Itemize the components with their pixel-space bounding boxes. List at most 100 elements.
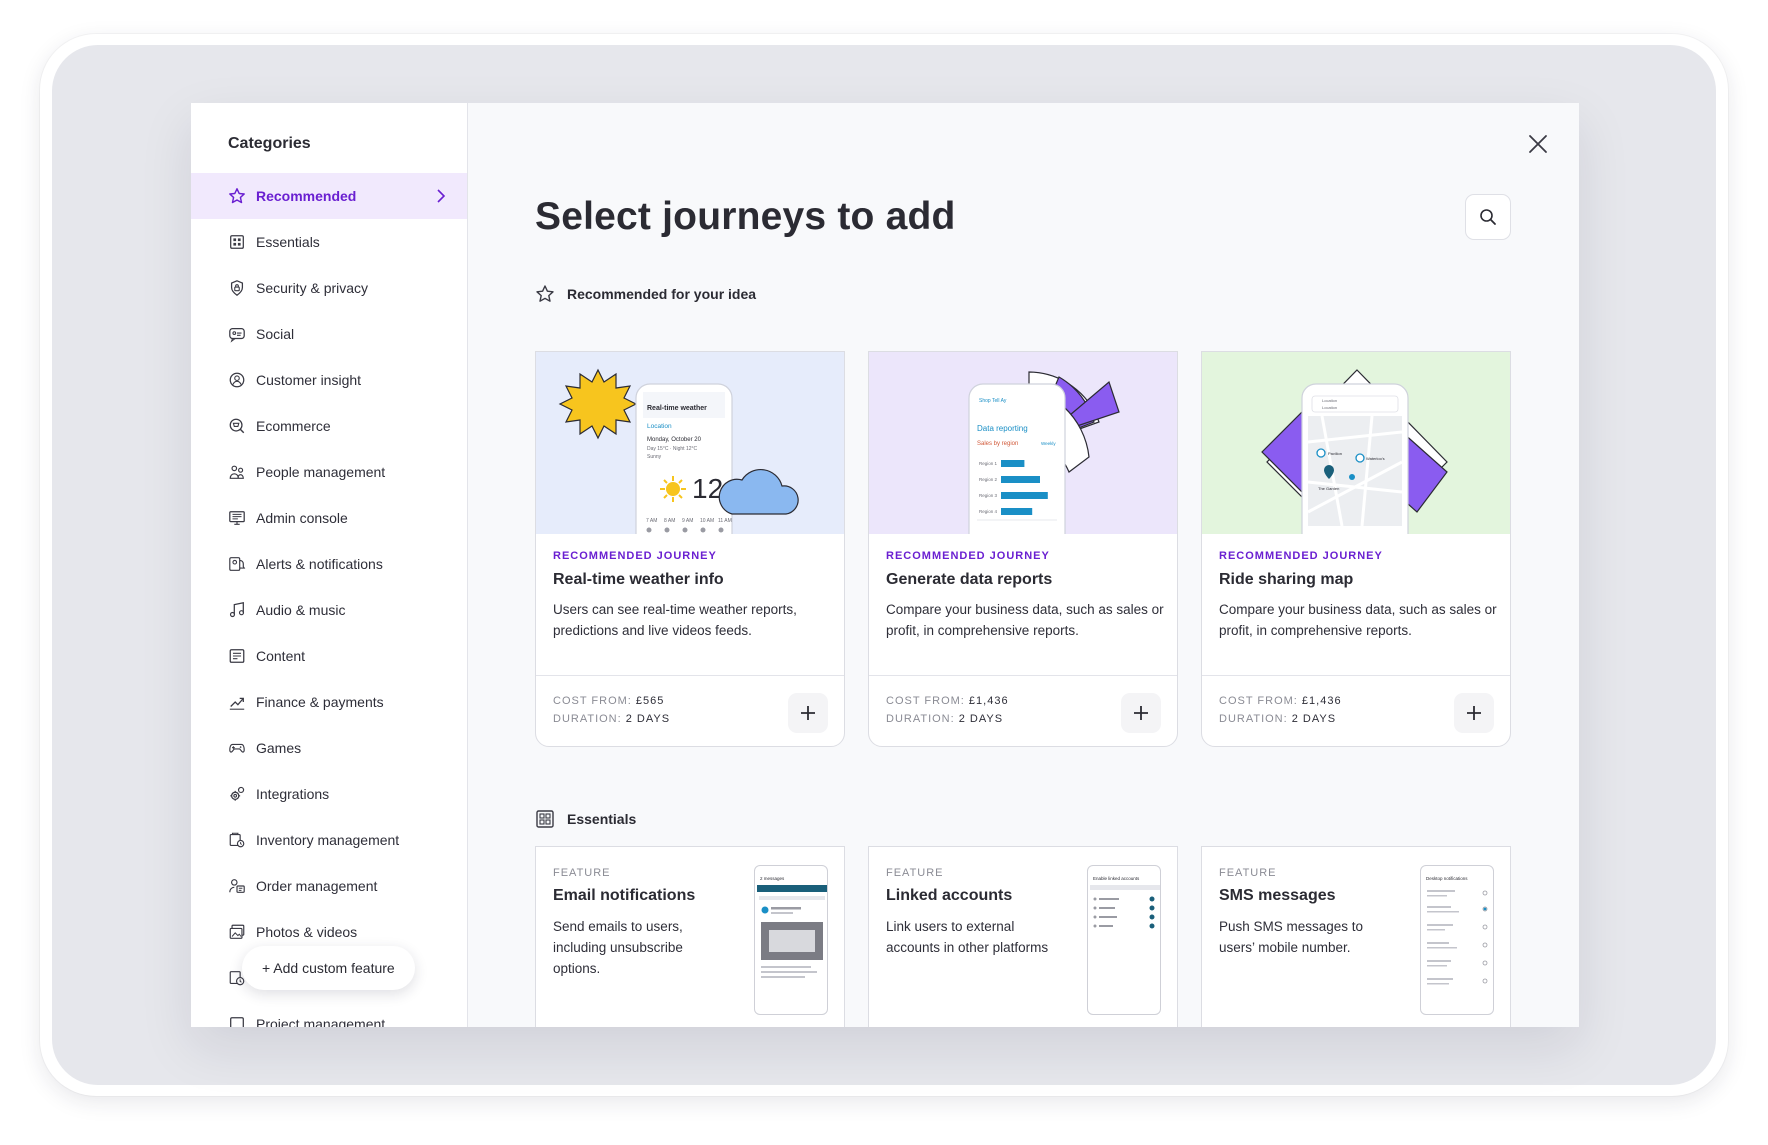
add-journey-button[interactable] xyxy=(1454,693,1494,733)
reports-illustration: Shop Tell Ay Data reporting Sales by reg… xyxy=(968,371,1120,534)
journey-card-data-reports[interactable]: Shop Tell Ay Data reporting Sales by reg… xyxy=(868,351,1178,747)
feature-card-email-notifications[interactable]: FEATURE Email notifications Send emails … xyxy=(535,846,845,1027)
card-tag: FEATURE xyxy=(1219,867,1277,879)
duration-label: DURATION: xyxy=(553,713,622,725)
card-description: Send emails to users, including unsubscr… xyxy=(553,919,683,976)
close-icon[interactable] xyxy=(1526,132,1550,156)
sidebar-item-label: Integrations xyxy=(256,786,330,802)
inventory-icon xyxy=(228,831,246,849)
sidebar-item-label: Social xyxy=(256,326,295,342)
sidebar-item-integrations[interactable]: Integrations xyxy=(191,771,467,817)
add-custom-feature-button[interactable]: + Add custom feature xyxy=(242,946,415,990)
phone-subtitle: Sales by region xyxy=(977,441,1018,447)
card-footer: COST FROM: £565 DURATION: 2 DAYS xyxy=(536,675,844,746)
sidebar-item-admin-console[interactable]: Admin console xyxy=(191,495,467,541)
phone-app-title: Real-time weather xyxy=(647,405,707,412)
report-bar xyxy=(1001,508,1033,515)
phone-hour-4: 11 AM xyxy=(718,518,732,524)
categories-sidebar: Categories Recommended Essentials Securi… xyxy=(191,103,468,1027)
sidebar-item-people-management[interactable]: People management xyxy=(191,449,467,495)
sidebar-item-finance-payments[interactable]: Finance & payments xyxy=(191,679,467,725)
sidebar-item-alerts-notifications[interactable]: Alerts & notifications xyxy=(191,541,467,587)
current-location-dot xyxy=(1349,474,1355,480)
sidebar-item-project-management[interactable]: Project management xyxy=(191,1001,467,1027)
sidebar-item-games[interactable]: Games xyxy=(191,725,467,771)
gamepad-icon xyxy=(228,739,246,757)
recommended-section-heading: Recommended for your idea xyxy=(535,284,756,304)
cost-label: COST FROM: xyxy=(1219,695,1298,707)
report-bar xyxy=(1001,492,1048,499)
sidebar-item-essentials[interactable]: Essentials xyxy=(191,219,467,265)
map-field-from: Location xyxy=(1322,398,1337,403)
sidebar-item-recommended[interactable]: Recommended xyxy=(191,173,467,219)
duration-meta: DURATION: 2 DAYS xyxy=(1219,713,1336,725)
insight-icon xyxy=(228,371,246,389)
card-title: Linked accounts xyxy=(886,887,1013,904)
sidebar-item-label: Admin console xyxy=(256,510,348,526)
search-button[interactable] xyxy=(1465,194,1511,240)
card-tag: RECOMMENDED JOURNEY xyxy=(553,550,717,562)
add-journey-button[interactable] xyxy=(1121,693,1161,733)
content-icon xyxy=(228,647,246,665)
sidebar-item-customer-insight[interactable]: Customer insight xyxy=(191,357,467,403)
sidebar-item-social[interactable]: Social xyxy=(191,311,467,357)
feature-card-sms-messages[interactable]: FEATURE SMS messages Push SMS messages t… xyxy=(1201,846,1511,1027)
map-place-3: The Garden xyxy=(1318,486,1339,491)
duration-value: 2 DAYS xyxy=(625,713,671,725)
grid-icon xyxy=(228,233,246,251)
phone-hour-2: 9 AM xyxy=(682,518,693,524)
feature-thumbnail: 2 messages xyxy=(754,865,828,1015)
sidebar-item-inventory-management[interactable]: Inventory management xyxy=(191,817,467,863)
phone-temperature: 12 xyxy=(692,473,723,504)
sidebar-item-label: Content xyxy=(256,648,306,664)
thumb-title: 2 messages xyxy=(760,876,785,881)
sidebar-item-ecommerce[interactable]: Ecommerce xyxy=(191,403,467,449)
chevron-right-icon xyxy=(437,189,446,203)
card-title: Real-time weather info xyxy=(553,571,724,588)
sidebar-item-label: Inventory management xyxy=(256,832,400,848)
plus-icon xyxy=(801,706,815,720)
card-illustration: Real-time weather Location Monday, Octob… xyxy=(536,352,844,534)
sidebar-item-label: Essentials xyxy=(256,234,320,250)
cog-icon xyxy=(228,785,246,803)
feature-thumbnail: Enable linked accounts xyxy=(1087,865,1161,1015)
sidebar-item-content[interactable]: Content xyxy=(191,633,467,679)
map-place-1: Pavilion xyxy=(1328,451,1342,456)
sidebar-item-security-privacy[interactable]: Security & privacy xyxy=(191,265,467,311)
journey-card-ride-sharing[interactable]: Location Location Pavilion Waterloo's Th… xyxy=(1201,351,1511,747)
report-bar xyxy=(1001,476,1040,483)
duration-meta: DURATION: 2 DAYS xyxy=(886,713,1003,725)
sidebar-item-label: Customer insight xyxy=(256,372,362,388)
card-tag: RECOMMENDED JOURNEY xyxy=(886,550,1050,562)
card-description: Push SMS messages to users’ mobile numbe… xyxy=(1219,919,1364,955)
cost-meta: COST FROM: £1,436 xyxy=(1219,695,1342,707)
search-icon xyxy=(1480,209,1496,225)
journey-card-weather[interactable]: Real-time weather Location Monday, Octob… xyxy=(535,351,845,747)
thumb-title: Enable linked accounts xyxy=(1093,876,1140,881)
sidebar-item-audio-music[interactable]: Audio & music xyxy=(191,587,467,633)
card-footer: COST FROM: £1,436 DURATION: 2 DAYS xyxy=(869,675,1177,746)
cost-value: £565 xyxy=(635,695,665,707)
feature-card-linked-accounts[interactable]: FEATURE Linked accounts Link users to ex… xyxy=(868,846,1178,1027)
add-journey-button[interactable] xyxy=(788,693,828,733)
section-heading-label: Recommended for your idea xyxy=(567,286,757,302)
photo-icon xyxy=(228,923,246,941)
chat-icon xyxy=(228,325,246,343)
report-bar xyxy=(1001,460,1025,467)
phone-title: Data reporting xyxy=(977,424,1028,433)
sidebar-item-order-management[interactable]: Order management xyxy=(191,863,467,909)
star-icon xyxy=(228,187,246,205)
phone-location: Location xyxy=(647,423,672,430)
bell-icon xyxy=(228,555,246,573)
weather-illustration: Real-time weather Location Monday, Octob… xyxy=(558,368,799,534)
star-icon xyxy=(536,285,554,302)
phone-hour-0: 7 AM xyxy=(646,518,657,524)
sidebar-item-label: Finance & payments xyxy=(256,694,384,710)
sidebar-item-label: Games xyxy=(256,740,302,756)
card-tag: FEATURE xyxy=(553,867,611,879)
card-description: Users can see real-time weather reports,… xyxy=(553,602,797,638)
map-pin-icon xyxy=(1355,453,1365,463)
duration-value: 2 DAYS xyxy=(958,713,1004,725)
sidebar-item-label: Photos & videos xyxy=(256,924,358,940)
card-title: Email notifications xyxy=(553,887,696,904)
